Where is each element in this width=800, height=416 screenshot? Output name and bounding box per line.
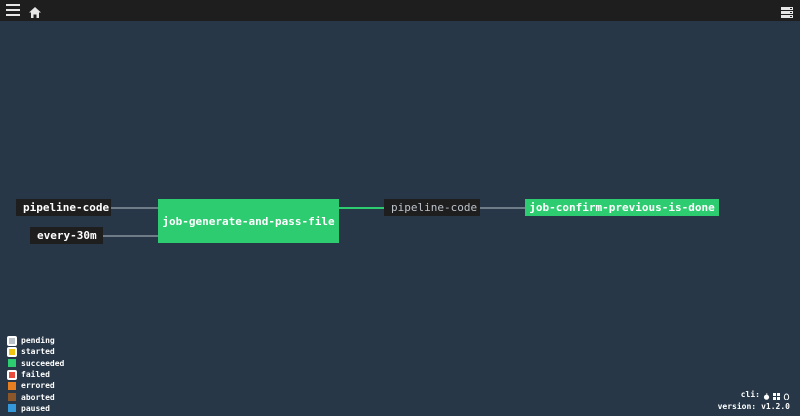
legend-label: pending [21,336,55,346]
legend-item-failed: failed [7,369,64,380]
passed-resource-pipeline-code[interactable]: pipeline-code [384,199,480,216]
pipeline-graph: pipeline-code every-30m job-generate-and… [0,0,800,416]
legend-item-pending: pending [7,335,64,346]
cli-footer: cli: version: v1.2.0 [718,389,790,413]
legend-swatch [8,381,16,390]
legend-item-started: started [7,346,64,357]
input-pipeline-code[interactable]: pipeline-code [16,199,111,216]
edge-job-to-passed-resource [338,207,384,209]
edge-every-30m-to-job [103,235,158,237]
cli-label: cli: [740,390,760,399]
status-legend: pending started succeeded failed errored… [7,335,64,414]
legend-swatch [7,335,17,346]
legend-swatch [8,359,16,368]
windows-icon[interactable] [773,392,780,400]
cli-downloads: cli: [718,389,790,401]
version-label: version: [717,402,757,411]
legend-swatch [7,346,17,357]
input-every-30m[interactable]: every-30m [30,227,103,244]
legend-item-succeeded: succeeded [8,358,64,369]
job-confirm-previous-is-done[interactable]: job-confirm-previous-is-done [525,199,719,216]
legend-swatch [8,404,16,413]
legend-label: aborted [21,392,55,402]
legend-item-aborted: aborted [8,391,64,402]
edge-pipeline-code-to-job [111,207,158,209]
edge-passed-resource-to-job [480,207,525,209]
legend-label: failed [21,370,50,380]
legend-label: succeeded [21,358,65,368]
job-generate-and-pass-file[interactable]: job-generate-and-pass-file [158,199,339,243]
legend-item-paused: paused [8,403,64,414]
legend-item-errored: errored [8,380,64,391]
legend-label: paused [21,403,50,413]
legend-swatch [8,393,16,402]
legend-swatch [7,369,17,380]
linux-icon[interactable] [783,392,790,400]
legend-label: started [21,347,55,357]
legend-label: errored [21,381,55,391]
version-row: version: v1.2.0 [718,401,790,413]
apple-icon[interactable] [763,392,770,400]
version-value: v1.2.0 [761,402,790,411]
